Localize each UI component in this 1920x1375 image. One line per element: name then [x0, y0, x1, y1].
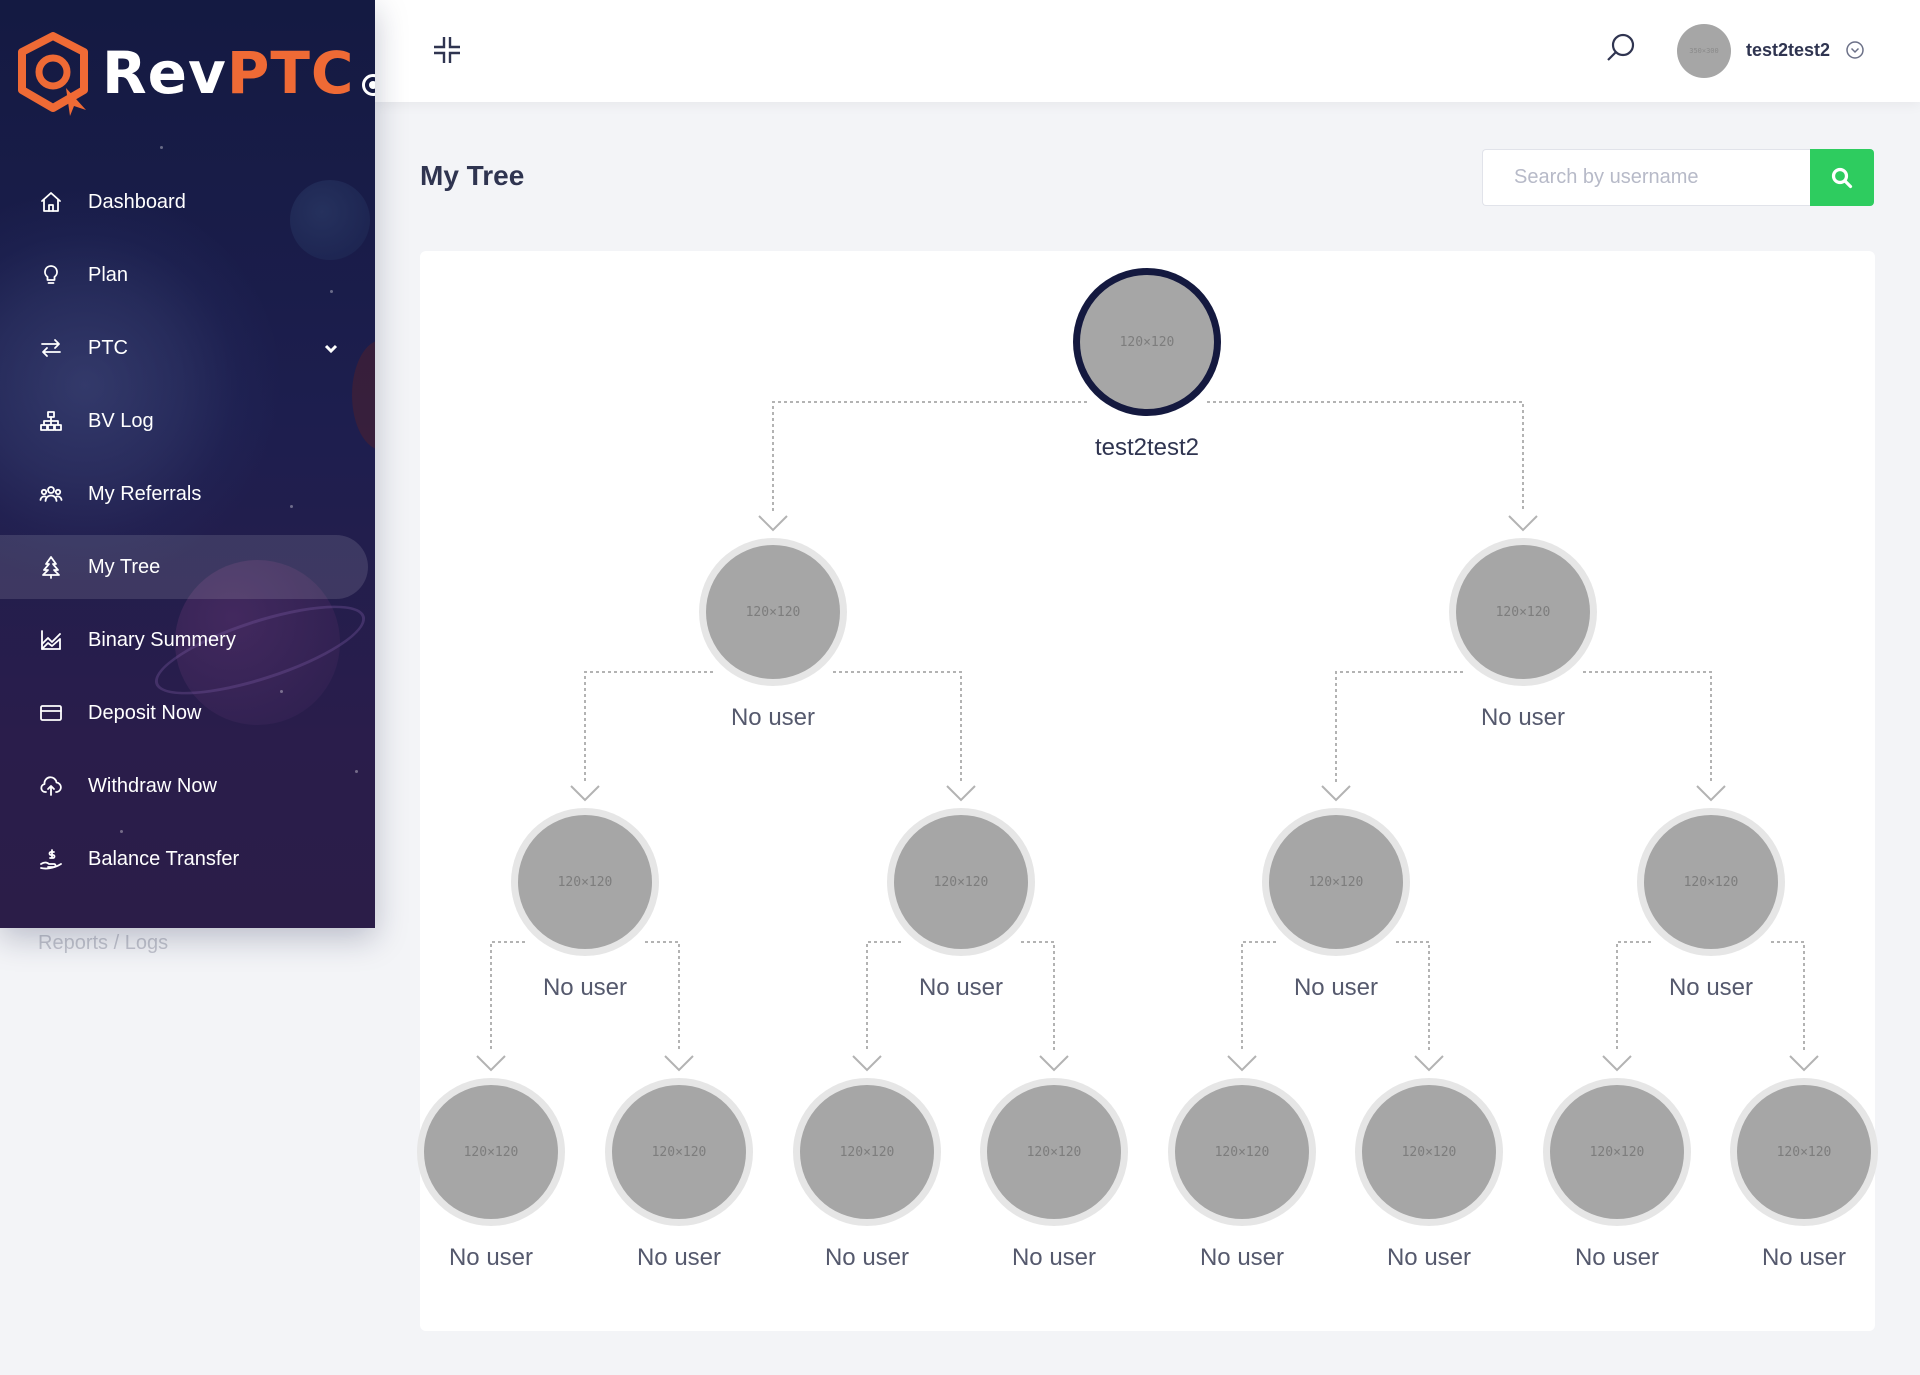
tree-node[interactable]: 120×120 [1637, 808, 1785, 956]
tree-node[interactable]: 120×120 [1543, 1078, 1691, 1226]
sidebar-toggle-icon[interactable] [362, 74, 375, 96]
sidebar-item-plan[interactable]: Plan [0, 243, 375, 307]
tree-node-image: 120×120 [612, 1085, 746, 1219]
tree-node[interactable]: 120×120 [980, 1078, 1128, 1226]
search-button[interactable] [1810, 149, 1874, 206]
sidebar-item-balance-transfer[interactable]: Balance Transfer [0, 827, 375, 891]
tree-node-image: 120×120 [1362, 1085, 1496, 1219]
sidebar-item-label: PTC [88, 336, 128, 359]
chevron-down-icon [323, 340, 339, 363]
sidebar-item-label: Balance Transfer [88, 847, 240, 870]
username-search-form [1482, 149, 1874, 206]
tree-node-label: No user [1386, 1244, 1472, 1271]
tree-node-image: 120×120 [894, 815, 1028, 949]
tree-node[interactable]: 120×120 [605, 1078, 753, 1226]
sidebar-item-dashboard[interactable]: Dashboard [0, 170, 375, 234]
sidebar-menu: Dashboard Plan PTC BV Log My Referrals M… [0, 170, 375, 900]
tree-node[interactable]: 120×120 [417, 1078, 565, 1226]
lightbulb-icon [38, 262, 64, 288]
tree-node-image: 120×120 [1644, 815, 1778, 949]
sidebar-item-ptc[interactable]: PTC [0, 316, 375, 380]
sidebar-item-label: Deposit Now [88, 701, 202, 724]
sidebar-item-bv-log[interactable]: BV Log [0, 389, 375, 453]
tree-node[interactable]: 120×120 [1168, 1078, 1316, 1226]
tree-node-image: 120×120 [800, 1085, 934, 1219]
tree-node-label: No user [1668, 974, 1754, 1001]
sidebar-item-label: My Tree [88, 555, 161, 578]
tree-node-label: No user [448, 1244, 534, 1271]
topbar: 350×300 test2test2 [375, 0, 1920, 102]
sidebar-item-deposit-now[interactable]: Deposit Now [0, 681, 375, 745]
tree-node[interactable]: 120×120 [1262, 808, 1410, 956]
search-icon [1831, 167, 1853, 188]
search-icon[interactable] [1605, 32, 1639, 66]
sidebar: RevPTC Dashboard Plan PTC BV Log My Refe… [0, 0, 375, 928]
tree-node-image: 120×120 [1080, 275, 1214, 409]
tree-node[interactable]: 120×120 [511, 808, 659, 956]
home-icon [38, 189, 64, 215]
users-icon [38, 481, 64, 507]
tree-node-image: 120×120 [1175, 1085, 1309, 1219]
tree-node[interactable]: 120×120 [1730, 1078, 1878, 1226]
tree-node-image: 120×120 [1550, 1085, 1684, 1219]
tree-node-label: No user [918, 974, 1004, 1001]
sitemap-icon [38, 408, 64, 434]
brand-name-part1: Rev [102, 39, 227, 107]
sidebar-item-label: Dashboard [88, 190, 186, 213]
tree-node[interactable]: 120×120 [1449, 538, 1597, 686]
cloud-upload-icon [38, 773, 64, 799]
tree-node-image: 120×120 [1269, 815, 1403, 949]
sidebar-item-label: My Referrals [88, 482, 202, 505]
sidebar-item-label: Withdraw Now [88, 774, 217, 797]
chart-icon [38, 627, 64, 653]
tree-node-label: test2test2 [1094, 434, 1200, 461]
search-input[interactable] [1482, 149, 1810, 206]
chevron-down-circle-icon[interactable] [1845, 40, 1865, 60]
tree-node[interactable]: 120×120 [887, 808, 1035, 956]
sidebar-item-my-tree[interactable]: My Tree [0, 535, 368, 599]
tree-node[interactable]: 120×120 [699, 538, 847, 686]
tree-node-image: 120×120 [1737, 1085, 1871, 1219]
tree-node-image: 120×120 [424, 1085, 558, 1219]
username[interactable]: test2test2 [1746, 40, 1830, 61]
sidebar-item-label: Binary Summery [88, 628, 236, 651]
sidebar-item-binary-summery[interactable]: Binary Summery [0, 608, 375, 672]
avatar[interactable]: 350×300 [1677, 24, 1731, 78]
tree-node-label: No user [1480, 704, 1566, 731]
transfer-arrows-icon [38, 335, 64, 361]
sidebar-item-withdraw-now[interactable]: Withdraw Now [0, 754, 375, 818]
tree-node-image: 120×120 [1456, 545, 1590, 679]
brand-logo[interactable]: RevPTC [14, 28, 375, 118]
tree-icon [38, 554, 64, 580]
tree-node-label: No user [730, 704, 816, 731]
sidebar-item-faded: Reports / Logs [38, 932, 169, 954]
collapse-icon[interactable] [431, 34, 463, 66]
page-title: My Tree [420, 160, 525, 191]
tree-node-image: 120×120 [987, 1085, 1121, 1219]
tree-node-image: 120×120 [706, 545, 840, 679]
tree-root-node[interactable]: 120×120 [1073, 268, 1221, 416]
tree-node-label: No user [542, 974, 628, 1001]
tree-node-label: No user [1761, 1244, 1847, 1271]
brand-name: RevPTC [102, 39, 354, 107]
tree-node-image: 120×120 [518, 815, 652, 949]
sidebar-item-label: Plan [88, 263, 129, 286]
hand-money-icon [38, 846, 64, 872]
sidebar-star [160, 146, 163, 149]
tree-node[interactable]: 120×120 [1355, 1078, 1503, 1226]
brand-name-part2: PTC [226, 39, 355, 107]
credit-card-icon [38, 700, 64, 726]
tree-node[interactable]: 120×120 [793, 1078, 941, 1226]
tree-node-label: No user [1293, 974, 1379, 1001]
sidebar-item-label: BV Log [88, 409, 154, 432]
tree-node-label: No user [1011, 1244, 1097, 1271]
brand-logo-icon [18, 32, 88, 116]
sidebar-item-my-referrals[interactable]: My Referrals [0, 462, 375, 526]
tree-node-label: No user [636, 1244, 722, 1271]
